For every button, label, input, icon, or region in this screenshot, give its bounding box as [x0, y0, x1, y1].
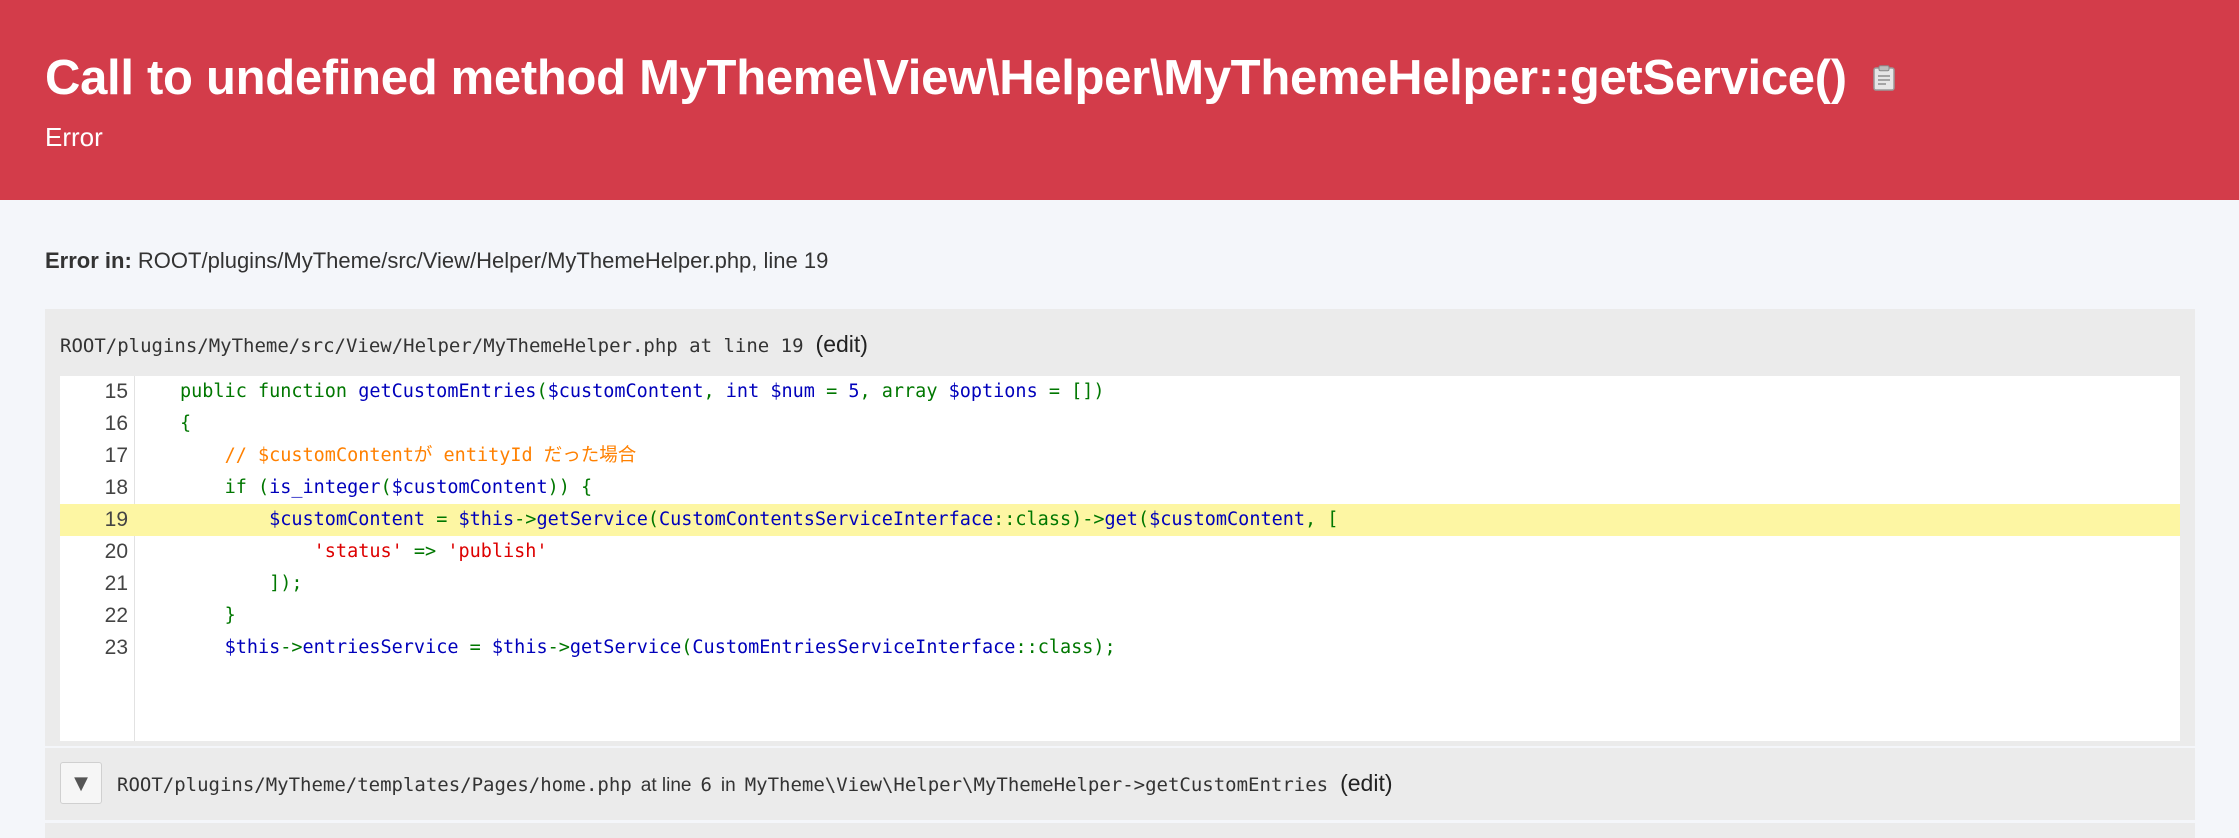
code-line-highlighted: 19 $customContent = $this->getService(Cu…: [60, 504, 2180, 536]
expand-toggle-icon[interactable]: ▼: [60, 762, 102, 804]
line-number: 6: [700, 774, 712, 796]
code-line: 23 $this->entriesService = $this->getSer…: [60, 632, 2180, 664]
error-header: Call to undefined method MyTheme\View\He…: [0, 0, 2239, 200]
code-text: // $customContentが entityId だった場合: [224, 445, 637, 466]
stack-frame-method: MyTheme\View\Helper\MyThemeHelper->getCu…: [744, 774, 1329, 796]
stack-frame-file: ROOT/plugins/MyTheme/templates/Pages/hom…: [117, 774, 632, 796]
code-excerpt: 15 public function getCustomEntries($cus…: [60, 376, 2180, 741]
next-frame-edge: [45, 823, 2195, 838]
line-number: 22: [104, 604, 128, 627]
stack-frame-header: ROOT/plugins/MyTheme/src/View/Helper/MyT…: [60, 331, 868, 358]
code-text: {: [180, 413, 192, 434]
line-number: 17: [104, 444, 128, 467]
in-label: in: [720, 775, 736, 796]
code-line: 21 ]);: [60, 568, 2180, 600]
stack-frame-active: ROOT/plugins/MyTheme/src/View/Helper/MyT…: [45, 309, 2195, 746]
code-text: $customContent = $this->getService(Custo…: [269, 509, 1339, 530]
code-text: if (is_integer($customContent)) {: [224, 477, 593, 498]
line-number: 18: [104, 476, 128, 499]
edit-link[interactable]: (edit): [816, 331, 868, 358]
title-row: Call to undefined method MyTheme\View\He…: [45, 50, 1895, 106]
stack-frame-file: ROOT/plugins/MyTheme/src/View/Helper/MyT…: [60, 335, 804, 357]
stack-frame-summary[interactable]: ROOT/plugins/MyTheme/templates/Pages/hom…: [117, 770, 1393, 797]
error-type: Error: [45, 122, 103, 152]
error-location: Error in: ROOT/plugins/MyTheme/src/View/…: [45, 248, 828, 274]
code-line: 15 public function getCustomEntries($cus…: [60, 376, 2180, 408]
edit-link[interactable]: (edit): [1340, 770, 1392, 797]
line-number: 15: [104, 380, 128, 403]
code-line: 16 {: [60, 408, 2180, 440]
line-number: 16: [104, 412, 128, 435]
code-text: }: [224, 605, 236, 626]
error-location-label: Error in:: [45, 248, 132, 273]
code-text: ]);: [269, 573, 303, 594]
code-text: 'status' => 'publish': [313, 541, 548, 562]
code-line: 17 // $customContentが entityId だった場合: [60, 440, 2180, 472]
code-line: 18 if (is_integer($customContent)) {: [60, 472, 2180, 504]
line-number: 20: [104, 540, 128, 563]
code-line: 20 'status' => 'publish': [60, 536, 2180, 568]
line-number: 23: [104, 636, 128, 659]
clipboard-icon[interactable]: [1873, 65, 1895, 91]
code-line: 22 }: [60, 600, 2180, 632]
error-title: Call to undefined method MyTheme\View\He…: [45, 51, 1847, 105]
at-line-label: at line: [640, 775, 692, 796]
code-text: $this->entriesService = $this->getServic…: [224, 637, 1116, 658]
error-location-path: ROOT/plugins/MyTheme/src/View/Helper/MyT…: [137, 248, 829, 273]
line-number: 21: [104, 572, 128, 595]
code-text: public function getCustomEntries($custom…: [180, 381, 1105, 402]
stack-frame-collapsed: ▼ ROOT/plugins/MyTheme/templates/Pages/h…: [45, 748, 2195, 820]
line-number: 19: [104, 508, 128, 531]
